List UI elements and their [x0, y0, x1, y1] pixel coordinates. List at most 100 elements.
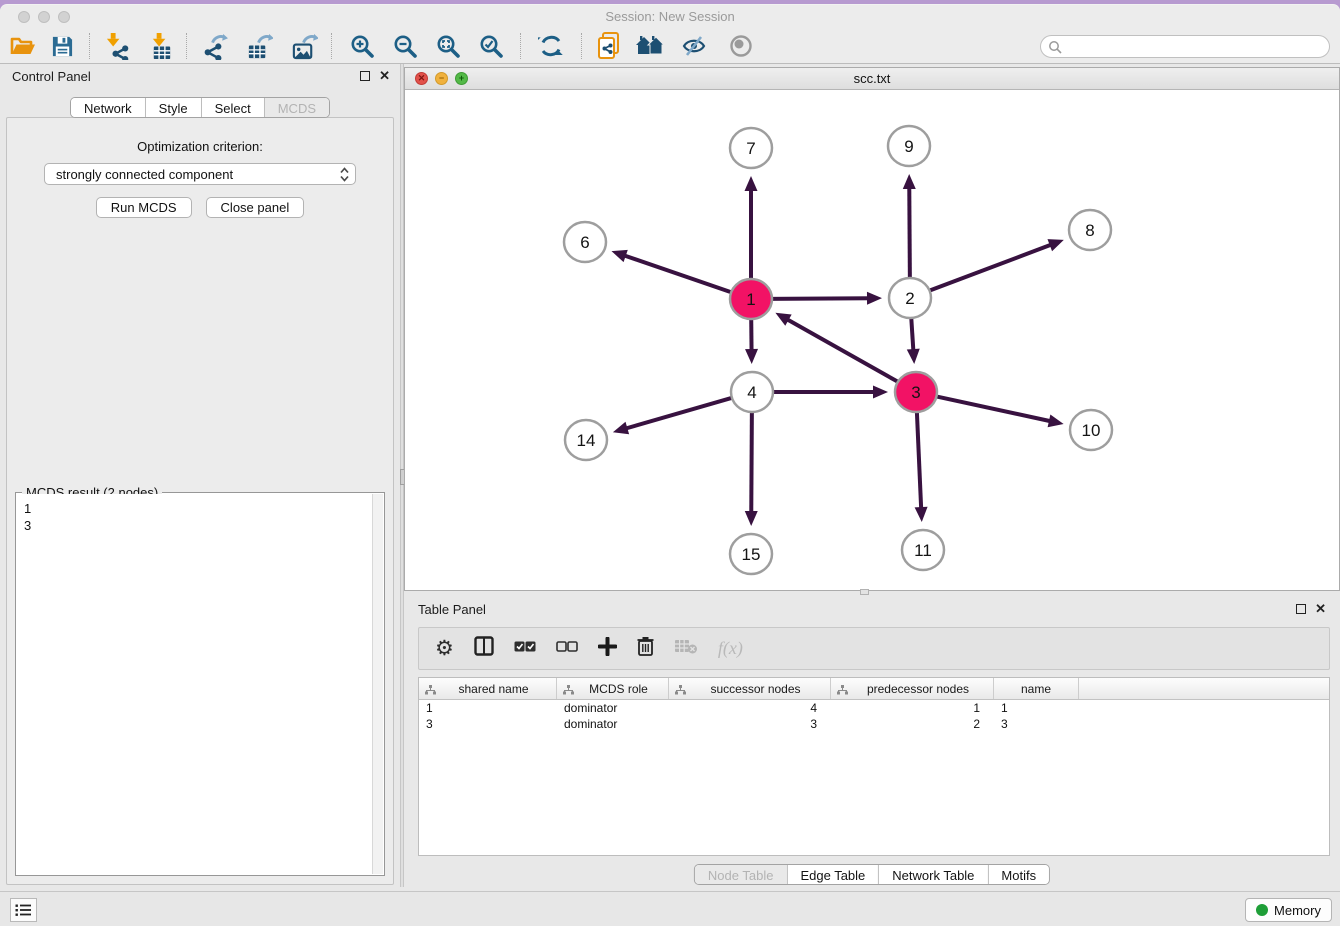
graph-edge[interactable]: [903, 174, 916, 279]
graph-node[interactable]: 1: [730, 279, 772, 319]
table-cell[interactable]: 3: [994, 716, 1079, 732]
graph-node-label: 4: [747, 383, 756, 402]
tab-style[interactable]: Style: [145, 98, 201, 117]
graph-edge[interactable]: [775, 313, 899, 383]
table-cell[interactable]: 3: [669, 716, 831, 732]
tab-mcds[interactable]: MCDS: [264, 98, 329, 117]
export-image-icon[interactable]: [289, 31, 319, 61]
import-table-icon[interactable]: [146, 31, 176, 61]
graph-edge[interactable]: [745, 176, 758, 280]
graph-node[interactable]: 6: [564, 222, 606, 262]
graph-edge[interactable]: [613, 397, 734, 434]
column-header-predecessor-nodes[interactable]: predecessor nodes: [831, 678, 994, 699]
graph-node[interactable]: 10: [1070, 410, 1112, 450]
close-window-button[interactable]: [18, 11, 30, 23]
refresh-layout-icon[interactable]: [536, 31, 566, 61]
search-icon: [1048, 40, 1062, 54]
export-table-icon[interactable]: [244, 31, 274, 61]
column-header-successor-nodes[interactable]: successor nodes: [669, 678, 831, 699]
graph-edge[interactable]: [935, 396, 1064, 427]
memory-button[interactable]: Memory: [1245, 898, 1332, 922]
close-table-panel-icon[interactable]: ✕: [1315, 603, 1326, 615]
network-canvas[interactable]: 7 9 6 8 1 2 4 3 14 10 15 11: [405, 90, 1339, 590]
gear-icon[interactable]: ⚙: [435, 638, 454, 659]
column-header-name[interactable]: name: [994, 678, 1079, 699]
columns-icon[interactable]: [474, 636, 494, 661]
run-mcds-button[interactable]: Run MCDS: [96, 197, 192, 218]
column-type-icon: [837, 684, 848, 698]
mcds-result-group: MCDS result (2 nodes) 13: [15, 492, 385, 876]
float-table-panel-icon[interactable]: [1296, 604, 1306, 614]
export-network-icon[interactable]: [199, 31, 229, 61]
column-header-MCDS-role[interactable]: MCDS role: [557, 678, 669, 699]
graph-edge[interactable]: [915, 411, 928, 522]
tab-select[interactable]: Select: [201, 98, 264, 117]
network-maximize-icon[interactable]: +: [455, 72, 468, 85]
list-icon: [15, 903, 32, 917]
minimize-window-button[interactable]: [38, 11, 50, 23]
table-cell[interactable]: 1: [831, 700, 994, 716]
graph-node[interactable]: 9: [888, 126, 930, 166]
table-cell[interactable]: dominator: [557, 700, 669, 716]
save-icon[interactable]: [47, 31, 77, 61]
home-networks-icon[interactable]: [635, 31, 665, 61]
zoom-fit-icon[interactable]: [433, 31, 463, 61]
graph-edge[interactable]: [745, 318, 758, 364]
zoom-in-icon[interactable]: [347, 31, 377, 61]
graph-node[interactable]: 15: [730, 534, 772, 574]
table-cell[interactable]: dominator: [557, 716, 669, 732]
tab-motifs[interactable]: Motifs: [987, 865, 1049, 884]
zoom-selected-icon[interactable]: [476, 31, 506, 61]
open-folder-icon[interactable]: [8, 31, 38, 61]
graph-node[interactable]: 2: [889, 278, 931, 318]
task-history-button[interactable]: [10, 898, 37, 922]
close-panel-button[interactable]: Close panel: [206, 197, 305, 218]
optimization-criterion-select[interactable]: strongly connected component: [44, 163, 356, 185]
status-bar: Memory: [0, 891, 1340, 926]
graph-node[interactable]: 4: [731, 372, 773, 412]
add-row-icon[interactable]: [598, 637, 617, 661]
table-toolbar: ⚙ f(x): [418, 627, 1330, 670]
result-scrollbar[interactable]: [372, 494, 383, 874]
graph-node[interactable]: 11: [902, 530, 944, 570]
network-minimize-icon[interactable]: −: [435, 72, 448, 85]
network-close-icon[interactable]: ✕: [415, 72, 428, 85]
table-cell[interactable]: 1: [994, 700, 1079, 716]
search-input[interactable]: [1062, 38, 1329, 56]
zoom-out-icon[interactable]: [390, 31, 420, 61]
optimization-criterion-label: Optimization criterion:: [7, 139, 393, 154]
graph-node-label: 3: [911, 383, 920, 402]
graph-node[interactable]: 3: [895, 372, 937, 412]
clone-network-icon[interactable]: [594, 31, 624, 61]
horizontal-splitter-grip[interactable]: [860, 589, 869, 595]
import-network-icon[interactable]: [102, 31, 132, 61]
graph-node[interactable]: 14: [565, 420, 607, 460]
tab-edge-table[interactable]: Edge Table: [786, 865, 878, 884]
tab-network-table[interactable]: Network Table: [878, 865, 987, 884]
delete-row-icon[interactable]: [637, 636, 654, 661]
graph-edge[interactable]: [745, 411, 758, 526]
hide-graphics-details-icon[interactable]: [679, 31, 709, 61]
graph-node[interactable]: 7: [730, 128, 772, 168]
graph-edge[interactable]: [771, 386, 888, 399]
graph-edge[interactable]: [907, 317, 920, 364]
table-cell[interactable]: 2: [831, 716, 994, 732]
table-cell[interactable]: 4: [669, 700, 831, 716]
table-cell[interactable]: 3: [419, 716, 557, 732]
graph-node-label: 10: [1082, 421, 1101, 440]
maximize-window-button[interactable]: [58, 11, 70, 23]
graph-edge[interactable]: [928, 239, 1064, 291]
graph-node[interactable]: 8: [1069, 210, 1111, 250]
table-cell[interactable]: 1: [419, 700, 557, 716]
float-panel-icon[interactable]: [360, 71, 370, 81]
mcds-result-list[interactable]: 13: [17, 494, 372, 874]
column-type-icon: [425, 684, 436, 698]
column-header-shared-name[interactable]: shared name: [419, 678, 557, 699]
tab-network[interactable]: Network: [71, 98, 145, 117]
tab-node-table[interactable]: Node Table: [695, 865, 787, 884]
graph-edge[interactable]: [611, 250, 733, 293]
unselect-all-icon[interactable]: [556, 640, 578, 658]
select-all-icon[interactable]: [514, 640, 536, 658]
graph-edge[interactable]: [770, 292, 882, 305]
close-panel-icon[interactable]: ✕: [379, 70, 390, 82]
